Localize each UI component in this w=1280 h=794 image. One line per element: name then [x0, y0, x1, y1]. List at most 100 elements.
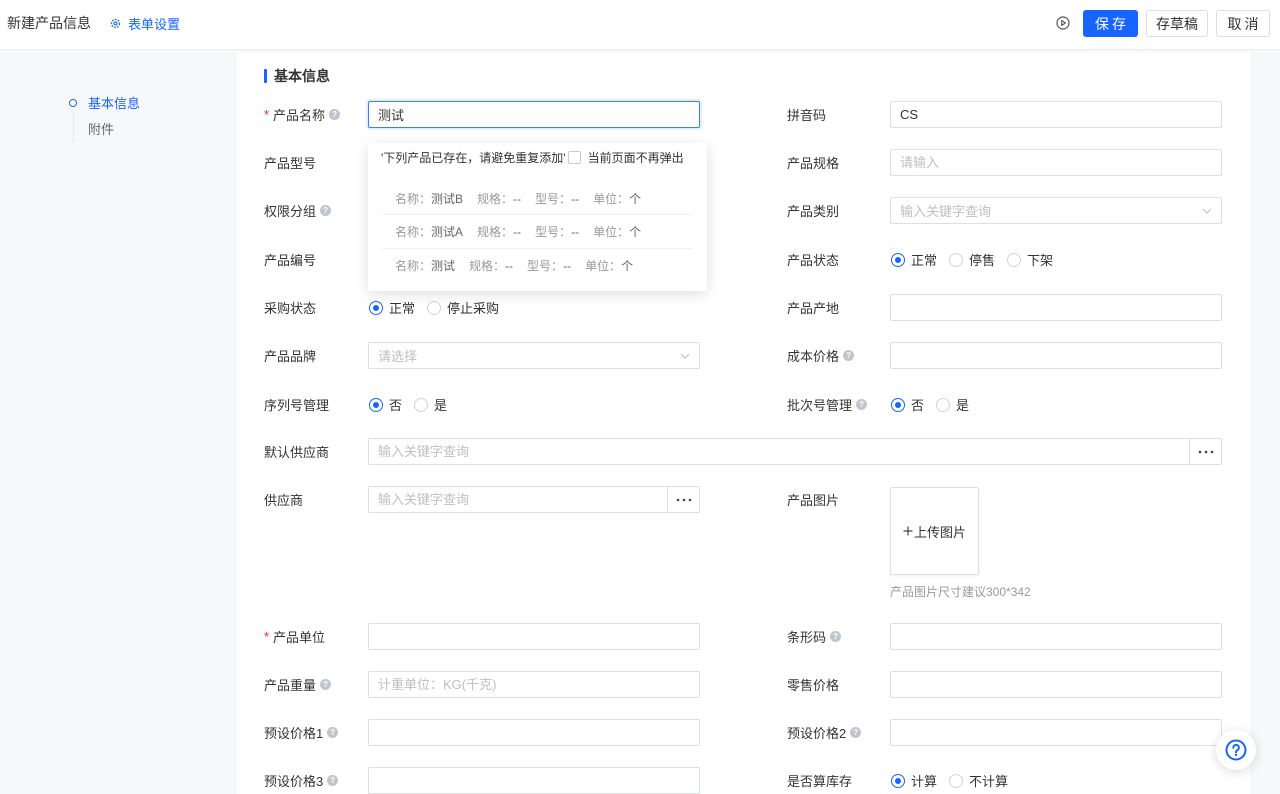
- preset-price-2-label: 预设价格2: [787, 719, 862, 746]
- page-header: 新建产品信息 表单设置 保存 存草稿 取消: [0, 0, 1280, 50]
- upload-image-button[interactable]: 上传图片: [890, 487, 979, 575]
- form-row: 产品品牌 请选择 成本价格: [0, 342, 1250, 369]
- radio-option[interactable]: 停止采购: [427, 298, 499, 317]
- unit-key: 单位：: [585, 258, 622, 273]
- radio-circle[interactable]: [891, 773, 905, 788]
- default-supplier-label: 默认供应商: [264, 438, 329, 465]
- radio-circle[interactable]: [427, 300, 442, 315]
- product-name-input[interactable]: [368, 101, 700, 128]
- label-text: 预设价格2: [787, 726, 847, 741]
- form-row: 默认供应商: [0, 438, 1250, 465]
- label-text: 权限分组: [264, 204, 317, 219]
- question-circle-icon[interactable]: [320, 679, 332, 690]
- radio-option[interactable]: 正常: [891, 250, 937, 269]
- product-status-label: 产品状态: [787, 246, 839, 273]
- preset-price-2-input[interactable]: [890, 719, 1222, 746]
- radio-circle[interactable]: [936, 397, 951, 412]
- form-row: 产品单位 条形码: [0, 623, 1250, 650]
- label-text: 产品编号: [264, 253, 317, 268]
- save-draft-button[interactable]: 存草稿: [1146, 10, 1208, 37]
- cost-price-input[interactable]: [890, 342, 1222, 369]
- spec-key: 规格：: [477, 224, 514, 239]
- question-circle-icon[interactable]: [327, 727, 339, 738]
- retail-price-input[interactable]: [890, 671, 1222, 698]
- radio-option[interactable]: 下架: [1007, 250, 1053, 269]
- cancel-button[interactable]: 取消: [1216, 10, 1270, 37]
- name-key: 名称：: [395, 191, 432, 206]
- question-circle-icon[interactable]: [329, 109, 341, 120]
- supplier-picker-button[interactable]: [667, 486, 700, 513]
- weight-input[interactable]: [368, 671, 700, 698]
- question-circle-icon: [1225, 739, 1247, 761]
- label-text: 零售价格: [787, 678, 840, 693]
- barcode-label: 条形码: [787, 623, 842, 650]
- question-circle-icon[interactable]: [850, 727, 862, 738]
- select-placeholder: 请选择: [378, 349, 418, 364]
- duplicate-product-item[interactable]: 名称：测试 规格：-- 型号：-- 单位：个: [395, 257, 647, 273]
- brand-select[interactable]: 请选择: [368, 342, 700, 369]
- batch-mgmt-label: 批次号管理: [787, 391, 868, 418]
- radio-circle[interactable]: [891, 397, 905, 412]
- dont-show-again-label[interactable]: 当前页面不再弹出: [588, 149, 684, 166]
- upload-image-hint: 产品图片尺寸建议300*342: [890, 585, 1031, 599]
- label-text: 采购状态: [264, 301, 317, 316]
- count-inventory-label: 是否算库存: [787, 767, 852, 794]
- unit-value: 个: [621, 258, 634, 273]
- dont-show-again-checkbox[interactable]: [567, 150, 581, 164]
- radio-option[interactable]: 否: [369, 395, 402, 414]
- question-circle-icon[interactable]: [320, 205, 332, 216]
- radio-circle[interactable]: [414, 397, 429, 412]
- radio-option[interactable]: 是: [936, 395, 969, 414]
- question-circle-icon[interactable]: [843, 350, 855, 361]
- play-circle-icon[interactable]: [1056, 16, 1070, 30]
- upload-image-label: 上传图片: [913, 524, 966, 540]
- label-text: 产品重量: [264, 678, 317, 693]
- form-settings-link[interactable]: 表单设置: [110, 15, 180, 32]
- label-text: 条形码: [787, 630, 827, 645]
- preset-price-3-input[interactable]: [368, 767, 700, 794]
- question-circle-icon[interactable]: [856, 399, 868, 410]
- radio-circle[interactable]: [369, 300, 383, 315]
- radio-option[interactable]: 停售: [949, 250, 995, 269]
- unit-key: 单位：: [593, 191, 630, 206]
- radio-circle[interactable]: [369, 397, 383, 412]
- radio-option[interactable]: 否: [891, 395, 924, 414]
- pinyin-code-input[interactable]: [890, 101, 1222, 128]
- preset-price-1-input[interactable]: [368, 719, 700, 746]
- radio-circle[interactable]: [1007, 252, 1022, 267]
- spec-key: 规格：: [469, 258, 506, 273]
- radio-option[interactable]: 不计算: [949, 771, 1008, 790]
- pinyin-code-label: 拼音码: [787, 101, 826, 128]
- radio-option[interactable]: 计算: [891, 771, 937, 790]
- question-circle-icon[interactable]: [327, 775, 339, 786]
- origin-label: 产品产地: [787, 294, 839, 321]
- chevron-down-icon: [1202, 208, 1212, 214]
- barcode-input[interactable]: [890, 623, 1222, 650]
- product-spec-input[interactable]: [890, 149, 1222, 176]
- model-key: 型号：: [535, 224, 572, 239]
- required-mark: [264, 107, 273, 122]
- unit-value: 个: [629, 191, 642, 206]
- product-model-label: 产品型号: [264, 149, 316, 176]
- radio-circle[interactable]: [949, 773, 964, 788]
- origin-input[interactable]: [890, 294, 1222, 321]
- help-center-button[interactable]: [1216, 730, 1256, 770]
- default-supplier-picker-button[interactable]: [1189, 438, 1222, 465]
- form-row: 采购状态 正常 停止采购 产品产地: [0, 294, 1250, 321]
- supplier-input[interactable]: [368, 486, 668, 513]
- default-supplier-input[interactable]: [368, 438, 1190, 465]
- save-button[interactable]: 保存: [1083, 10, 1138, 37]
- product-spec-label: 产品规格: [787, 149, 839, 176]
- duplicate-product-item[interactable]: 名称：测试A 规格：-- 型号：-- 单位：个: [395, 223, 655, 239]
- radio-option[interactable]: 正常: [369, 298, 415, 317]
- product-category-select[interactable]: 输入关键字查询: [890, 197, 1222, 224]
- duplicate-product-item[interactable]: 名称：测试B 规格：-- 型号：-- 单位：个: [395, 190, 655, 206]
- radio-circle[interactable]: [949, 252, 964, 267]
- radio-circle[interactable]: [891, 252, 905, 267]
- count-inventory-radio-group: 计算 不计算: [891, 767, 1020, 794]
- label-text: 产品型号: [264, 156, 317, 171]
- question-circle-icon[interactable]: [830, 631, 842, 642]
- label-text: 产品图片: [787, 493, 840, 508]
- radio-option[interactable]: 是: [414, 395, 447, 414]
- product-unit-input[interactable]: [368, 623, 700, 650]
